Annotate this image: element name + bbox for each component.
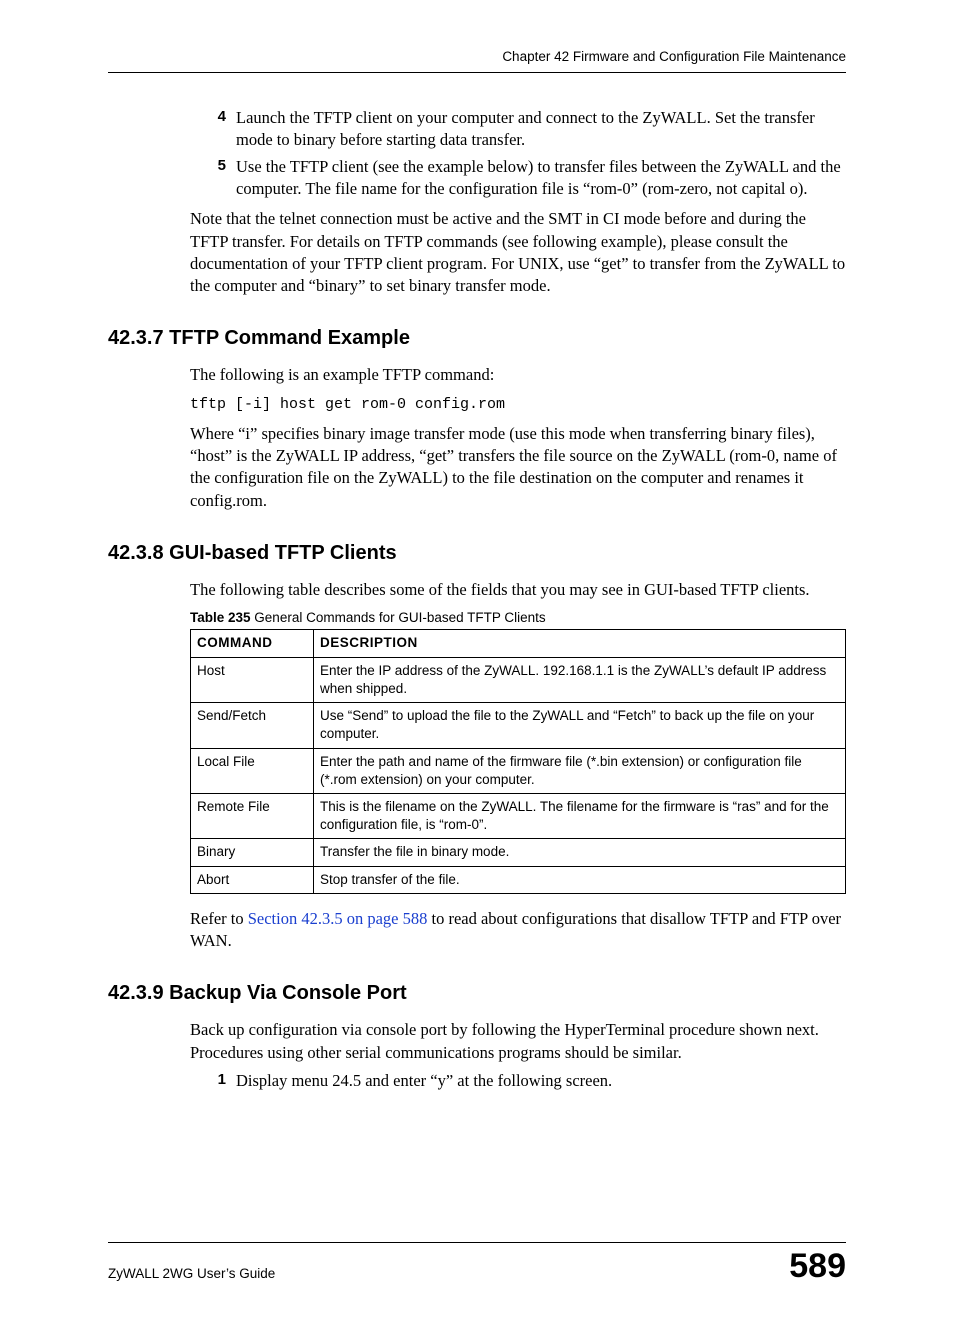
table-header-row: COMMAND DESCRIPTION [191, 630, 846, 657]
table-row: Local FileEnter the path and name of the… [191, 748, 846, 793]
page-number: 589 [789, 1249, 846, 1283]
section-heading: 42.3.9 Backup Via Console Port [108, 980, 846, 1007]
table-row: HostEnter the IP address of the ZyWALL. … [191, 657, 846, 702]
table-row: BinaryTransfer the file in binary mode. [191, 839, 846, 866]
body-paragraph: The following table describes some of th… [190, 579, 846, 601]
list-item: 4 Launch the TFTP client on your compute… [108, 107, 846, 152]
refer-paragraph: Refer to Section 42.3.5 on page 588 to r… [190, 908, 846, 953]
cell-description: Transfer the file in binary mode. [314, 839, 846, 866]
cell-description: Use “Send” to upload the file to the ZyW… [314, 703, 846, 748]
cell-description: Enter the path and name of the firmware … [314, 748, 846, 793]
section-heading: 42.3.7 TFTP Command Example [108, 325, 846, 352]
step-number: 1 [204, 1070, 226, 1092]
running-header: Chapter 42 Firmware and Configuration Fi… [108, 48, 846, 73]
cell-description: This is the filename on the ZyWALL. The … [314, 793, 846, 838]
body-paragraph: Where “i” specifies binary image transfe… [190, 423, 846, 512]
cell-command: Remote File [191, 793, 314, 838]
step-text: Launch the TFTP client on your computer … [236, 107, 846, 152]
section-heading: 42.3.8 GUI-based TFTP Clients [108, 540, 846, 567]
table-row: Send/FetchUse “Send” to upload the file … [191, 703, 846, 748]
refer-pre: Refer to [190, 909, 248, 928]
table-title: General Commands for GUI-based TFTP Clie… [251, 610, 546, 625]
body-paragraph: The following is an example TFTP command… [190, 364, 846, 386]
table-number: Table 235 [190, 610, 251, 625]
page-footer: ZyWALL 2WG User’s Guide 589 [108, 1242, 846, 1283]
cell-command: Send/Fetch [191, 703, 314, 748]
cell-command: Abort [191, 866, 314, 893]
cell-command: Local File [191, 748, 314, 793]
step-text: Display menu 24.5 and enter “y” at the f… [236, 1070, 846, 1092]
column-header: COMMAND [191, 630, 314, 657]
cell-description: Enter the IP address of the ZyWALL. 192.… [314, 657, 846, 702]
list-item: 1 Display menu 24.5 and enter “y” at the… [108, 1070, 846, 1092]
table-caption: Table 235 General Commands for GUI-based… [190, 609, 846, 627]
step-number: 5 [204, 156, 226, 201]
cell-command: Host [191, 657, 314, 702]
cell-command: Binary [191, 839, 314, 866]
cell-description: Stop transfer of the file. [314, 866, 846, 893]
table-row: AbortStop transfer of the file. [191, 866, 846, 893]
numbered-steps: 4 Launch the TFTP client on your compute… [108, 107, 846, 200]
list-item: 5 Use the TFTP client (see the example b… [108, 156, 846, 201]
cross-reference-link[interactable]: Section 42.3.5 on page 588 [248, 909, 428, 928]
commands-table: COMMAND DESCRIPTION HostEnter the IP add… [190, 629, 846, 893]
code-example: tftp [-i] host get rom-0 config.rom [190, 395, 846, 415]
step-text: Use the TFTP client (see the example bel… [236, 156, 846, 201]
numbered-steps: 1 Display menu 24.5 and enter “y” at the… [108, 1070, 846, 1092]
table-row: Remote FileThis is the filename on the Z… [191, 793, 846, 838]
step-number: 4 [204, 107, 226, 152]
footer-guide-title: ZyWALL 2WG User’s Guide [108, 1265, 275, 1283]
body-paragraph: Back up configuration via console port b… [190, 1019, 846, 1064]
column-header: DESCRIPTION [314, 630, 846, 657]
note-paragraph: Note that the telnet connection must be … [190, 208, 846, 297]
